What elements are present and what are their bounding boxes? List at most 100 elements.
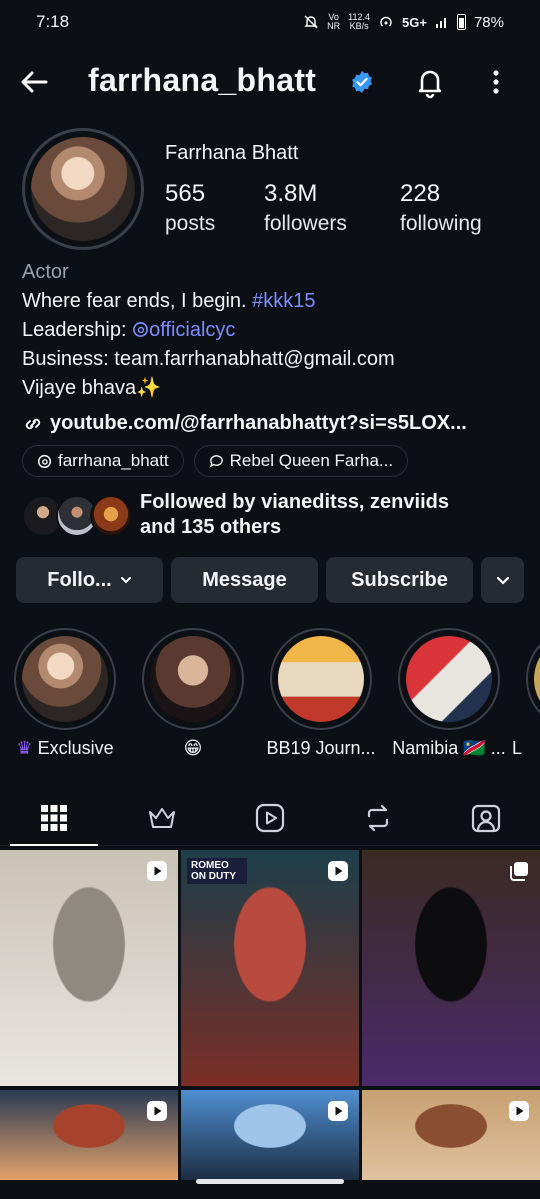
highlight-item[interactable]: BB19 Journ... bbox=[266, 628, 376, 759]
highlight-label: 😁 bbox=[183, 738, 203, 758]
threads-icon bbox=[37, 454, 52, 468]
tagged-icon bbox=[471, 804, 501, 832]
status-bar: 7:18 Vo NR 112.4 KB/s 5G+ 78% bbox=[0, 0, 540, 44]
story-highlights: ♛ Exclusive 😁 BB19 Journ... Namibia 🇳🇦 .… bbox=[14, 628, 540, 759]
bio-category: Actor bbox=[22, 261, 69, 283]
chat-icon bbox=[209, 454, 223, 468]
crown-icon: ♛ bbox=[16, 738, 33, 758]
reel-icon bbox=[147, 1101, 167, 1121]
home-indicator[interactable] bbox=[196, 1179, 344, 1184]
threads-chip-label: farrhana_bhatt bbox=[58, 451, 169, 470]
reel-icon bbox=[509, 1101, 529, 1121]
tab-tagged[interactable] bbox=[432, 790, 540, 845]
profile-chips: farrhana_bhatt Rebel Queen Farha... bbox=[22, 445, 409, 477]
highlight-item[interactable]: L bbox=[512, 628, 540, 759]
post-thumbnail[interactable]: ROMEO ON DUTY bbox=[181, 850, 359, 1086]
message-button[interactable]: Message bbox=[171, 557, 318, 603]
bio-line-2: Leadership: officialcyc bbox=[22, 319, 236, 341]
highlight-label: BB19 Journ... bbox=[266, 738, 376, 758]
reel-icon bbox=[328, 1101, 348, 1121]
stat-following-value: 228 bbox=[400, 180, 441, 207]
reel-icon bbox=[328, 861, 348, 881]
bio-line-1: Where fear ends, I begin. #kkk15 bbox=[22, 290, 316, 312]
grid-icon bbox=[41, 804, 67, 831]
highlight-item[interactable]: ♛ Exclusive bbox=[14, 628, 116, 759]
profile-actions: Follo... Message Subscribe bbox=[16, 557, 524, 603]
broadcast-chip-label: Rebel Queen Farha... bbox=[229, 451, 394, 470]
tab-posts[interactable] bbox=[0, 790, 108, 846]
crown-icon bbox=[149, 807, 175, 828]
profile-bio: Actor Where fear ends, I begin. #kkk15 L… bbox=[22, 258, 522, 438]
threads-icon bbox=[133, 322, 149, 337]
highlight-item[interactable]: Namibia 🇳🇦 ... bbox=[392, 628, 506, 759]
post-thumbnail[interactable] bbox=[0, 850, 178, 1086]
network-type: 5G+ bbox=[402, 14, 427, 30]
mutual-avatars bbox=[22, 492, 132, 538]
broadcast-channel-chip[interactable]: Rebel Queen Farha... bbox=[193, 445, 409, 477]
post-overlay-text: ROMEO ON DUTY bbox=[187, 858, 247, 884]
profile-full-name: Farrhana Bhatt bbox=[165, 142, 299, 164]
link-icon bbox=[25, 418, 41, 429]
profile-link-text: youtube.com/@farrhanabhattyt?si=s5LOX... bbox=[50, 412, 467, 434]
highlight-label: L bbox=[512, 738, 523, 758]
followed-by[interactable]: Followed by vianeditss, zenviids and 135… bbox=[22, 490, 449, 540]
stat-followers-value: 3.8M bbox=[264, 180, 318, 207]
stat-posts-label: posts bbox=[165, 212, 216, 235]
verified-badge-icon bbox=[352, 71, 372, 93]
highlight-cover bbox=[150, 636, 236, 722]
top-bar: farrhana_bhatt bbox=[0, 52, 540, 112]
posts-grid: ROMEO ON DUTY bbox=[0, 850, 540, 1180]
following-button-label: Follo... bbox=[47, 568, 112, 591]
profile-tabs bbox=[0, 790, 540, 846]
chevron-down-icon bbox=[120, 577, 131, 584]
stat-posts[interactable]: 565 posts bbox=[165, 180, 215, 236]
stat-following[interactable]: 228 following bbox=[400, 180, 482, 236]
reel-icon bbox=[147, 861, 167, 881]
back-arrow-icon[interactable] bbox=[16, 64, 52, 100]
battery-percent: 78% bbox=[473, 13, 504, 31]
hotspot-icon bbox=[380, 16, 392, 27]
carousel-icon bbox=[510, 862, 528, 881]
mention-link[interactable]: officialcyc bbox=[132, 319, 235, 341]
profile-username: farrhana_bhatt bbox=[88, 62, 317, 98]
stat-posts-value: 565 bbox=[165, 180, 206, 207]
highlight-label: Exclusive bbox=[37, 738, 114, 758]
stat-followers[interactable]: 3.8M followers bbox=[264, 180, 347, 236]
highlight-cover bbox=[534, 636, 540, 722]
tab-subscriptions[interactable] bbox=[108, 790, 216, 845]
bio-line-4: Vijaye bhava✨ bbox=[22, 377, 162, 399]
post-thumbnail[interactable] bbox=[362, 850, 540, 1086]
repost-icon bbox=[367, 804, 389, 831]
stat-followers-label: followers bbox=[264, 212, 347, 235]
post-thumbnail[interactable] bbox=[362, 1090, 540, 1180]
notification-bell-icon[interactable] bbox=[412, 64, 448, 100]
profile-link[interactable]: youtube.com/@farrhanabhattyt?si=s5LOX... bbox=[22, 409, 522, 438]
following-button[interactable]: Follo... bbox=[16, 557, 163, 603]
mute-icon bbox=[304, 15, 318, 29]
subscribe-button[interactable]: Subscribe bbox=[326, 557, 473, 603]
highlight-cover bbox=[406, 636, 492, 722]
tab-reels[interactable] bbox=[216, 790, 324, 845]
post-thumbnail[interactable] bbox=[181, 1090, 359, 1180]
chevron-down-icon bbox=[496, 576, 509, 585]
tab-reposts[interactable] bbox=[324, 790, 432, 845]
highlight-item[interactable]: 😁 bbox=[142, 628, 244, 759]
followed-by-text: Followed by vianeditss, zenviids and 135… bbox=[140, 491, 449, 538]
profile-avatar[interactable] bbox=[22, 128, 144, 250]
mutual-avatar bbox=[90, 495, 132, 537]
more-options-icon[interactable] bbox=[482, 64, 510, 100]
post-thumbnail[interactable] bbox=[0, 1090, 178, 1180]
status-time: 7:18 bbox=[36, 12, 70, 31]
avatar-image bbox=[31, 137, 135, 241]
data-speed: 112.4 KB/s bbox=[348, 12, 371, 31]
hashtag-link[interactable]: #kkk15 bbox=[252, 290, 315, 312]
battery-icon bbox=[456, 14, 466, 30]
status-icons: Vo NR 112.4 KB/s 5G+ 78% bbox=[303, 13, 504, 31]
bio-line-3: Business: team.farrhanabhatt@gmail.com bbox=[22, 348, 395, 370]
suggested-accounts-button[interactable] bbox=[481, 557, 524, 603]
volte-indicator: Vo NR bbox=[327, 12, 341, 31]
reels-icon bbox=[255, 803, 285, 832]
stat-following-label: following bbox=[400, 212, 482, 235]
threads-chip[interactable]: farrhana_bhatt bbox=[22, 445, 184, 477]
highlight-cover bbox=[278, 636, 364, 722]
